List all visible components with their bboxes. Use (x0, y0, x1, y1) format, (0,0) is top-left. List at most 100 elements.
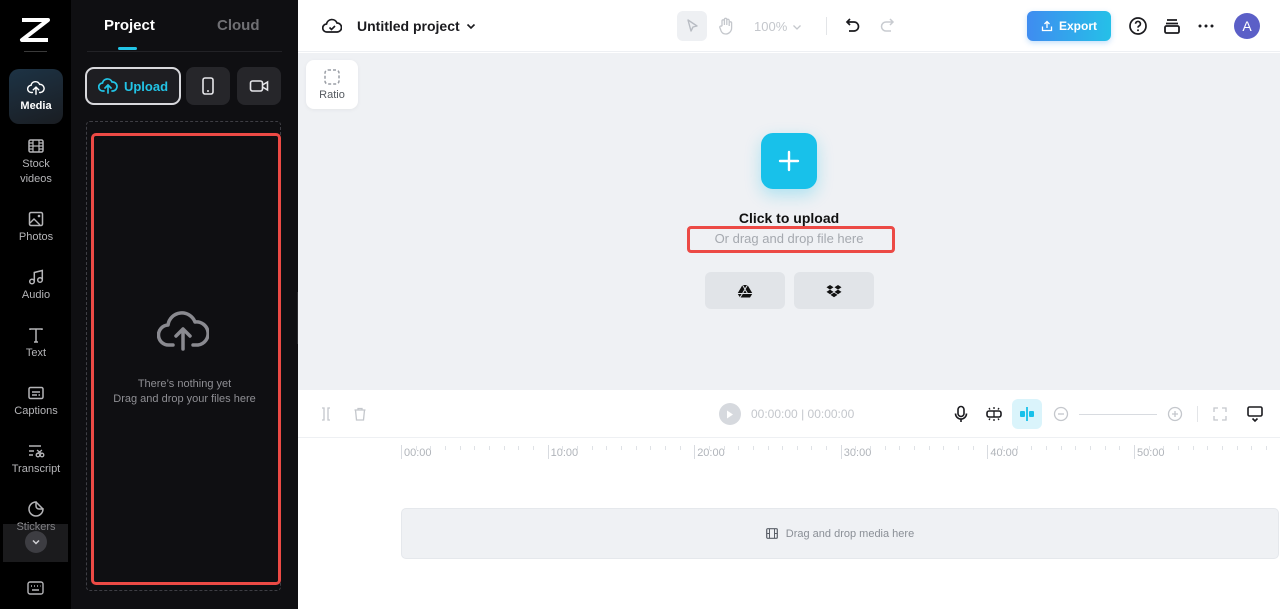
tab-project[interactable]: Project (104, 17, 155, 34)
upload-label: Upload (123, 78, 169, 94)
auto-snap-icon[interactable] (985, 405, 1003, 423)
cloud-upload-icon (97, 78, 118, 94)
rail-item-label: Transcript (11, 463, 61, 475)
magnet-snap-toggle[interactable] (1012, 399, 1042, 429)
time-display: 00:00:00 | 00:00:00 (751, 407, 854, 421)
music-note-icon (28, 269, 44, 285)
keyboard-icon[interactable] (27, 581, 44, 595)
ruler-minor-tick (1177, 446, 1179, 450)
tab-indicator (118, 47, 137, 50)
pointer-icon (687, 19, 698, 32)
dropbox-button[interactable] (794, 272, 874, 309)
ruler-minor-tick (650, 446, 652, 450)
ruler-minor-tick (606, 446, 608, 450)
project-title[interactable]: Untitled project (357, 18, 460, 34)
more-icon[interactable] (1196, 16, 1216, 36)
top-header: Untitled project 100% Export A (298, 0, 1280, 52)
media-track-drop-zone[interactable]: Drag and drop media here (401, 508, 1279, 559)
zoom-in-icon[interactable] (1167, 406, 1183, 422)
undo-icon[interactable] (844, 16, 862, 34)
ruler-minor-tick (1265, 446, 1267, 450)
select-tool-button[interactable] (677, 11, 707, 41)
rail-item-label: Stock videos (20, 158, 52, 185)
ratio-label: Ratio (319, 89, 345, 101)
rail-item-photos[interactable]: Photos (9, 210, 63, 245)
ruler-minor-tick (1104, 446, 1106, 450)
text-icon (29, 328, 43, 343)
rail-item-label: Photos (18, 231, 54, 243)
zoom-out-icon[interactable] (1053, 406, 1069, 422)
center-align-icon (1020, 407, 1034, 421)
timeline-zoom-slider[interactable] (1079, 414, 1157, 415)
redo-icon[interactable] (878, 16, 896, 34)
aspect-ratio-icon (324, 69, 340, 85)
rail-item-media[interactable]: Media (9, 69, 63, 124)
click-to-upload-text[interactable]: Click to upload (298, 210, 1280, 226)
ruler-minor-tick (1192, 446, 1194, 450)
ruler-major-tick (1134, 445, 1135, 459)
avatar[interactable]: A (1234, 13, 1260, 39)
ruler-minor-tick (1163, 446, 1165, 450)
microphone-icon[interactable] (952, 405, 970, 423)
ruler-minor-tick (518, 446, 520, 450)
total-time: 00:00:00 (807, 407, 855, 421)
fullscreen-icon[interactable] (1212, 406, 1228, 422)
layers-icon[interactable] (1162, 16, 1182, 36)
google-drive-button[interactable] (705, 272, 785, 309)
zoom-level[interactable]: 100% (754, 19, 787, 34)
ruler-minor-tick (928, 446, 930, 450)
ruler-minor-tick (635, 446, 637, 450)
upload-plus-button[interactable] (761, 133, 817, 189)
chevron-down-icon[interactable] (792, 22, 802, 32)
timeline-ruler: 00:00 10:00 20:00 30:00 40:00 50:00 (298, 439, 1280, 469)
phone-upload-button[interactable] (186, 67, 230, 105)
ruler-minor-tick (914, 446, 916, 450)
play-icon (727, 410, 733, 418)
empty-title: There’s nothing yet (137, 378, 232, 390)
play-button[interactable] (719, 403, 741, 425)
ruler-minor-tick (738, 446, 740, 450)
left-rail: Media Stock videos Photos Audio Text Cap… (0, 0, 71, 609)
ruler-minor-tick (1002, 446, 1004, 450)
media-panel: Project Cloud Upload There’s nothing yet… (71, 0, 298, 609)
split-icon[interactable] (318, 406, 334, 422)
ruler-minor-tick (1016, 446, 1018, 450)
preview-monitor-icon[interactable] (1246, 405, 1264, 423)
rail-item-stock-videos[interactable]: Stock videos (9, 137, 63, 187)
ruler-minor-tick (415, 446, 417, 450)
ruler-minor-tick (752, 446, 754, 450)
rail-item-audio[interactable]: Audio (9, 268, 63, 303)
highlighted-drop-area[interactable] (91, 133, 281, 585)
ruler-minor-tick (562, 446, 564, 450)
empty-subtitle: Drag and drop your files here (113, 393, 256, 405)
ruler-minor-tick (796, 446, 798, 450)
ruler-minor-tick (664, 446, 666, 450)
export-button[interactable]: Export (1027, 11, 1111, 41)
plus-icon (778, 150, 800, 172)
ruler-label: 40:00 (990, 447, 1018, 459)
ruler-minor-tick (488, 446, 490, 450)
ruler-minor-tick (1148, 446, 1150, 450)
record-button[interactable] (237, 67, 281, 105)
hand-tool-icon[interactable] (716, 16, 736, 36)
ruler-minor-tick (679, 446, 681, 450)
rail-item-text[interactable]: Text (9, 326, 63, 361)
upload-button[interactable]: Upload (85, 67, 181, 105)
current-time: 00:00:00 (751, 407, 798, 421)
timeline-toolbar: 00:00:00 | 00:00:00 (298, 390, 1280, 438)
rail-item-label: Text (25, 347, 47, 359)
ruler-minor-tick (591, 446, 593, 450)
ruler-label: 50:00 (1137, 447, 1165, 459)
rail-item-transcript[interactable]: Transcript (9, 442, 63, 477)
ruler-minor-tick (708, 446, 710, 450)
delete-icon[interactable] (352, 406, 368, 422)
ruler-minor-tick (870, 446, 872, 450)
tab-cloud[interactable]: Cloud (217, 17, 260, 34)
chevron-down-icon[interactable] (465, 20, 477, 32)
export-label: Export (1058, 19, 1097, 33)
rail-more-button[interactable] (3, 524, 68, 562)
cloud-upload-icon (27, 80, 45, 96)
help-icon[interactable] (1128, 16, 1148, 36)
rail-item-captions[interactable]: Captions (9, 384, 63, 419)
ratio-button[interactable]: Ratio (306, 60, 358, 109)
